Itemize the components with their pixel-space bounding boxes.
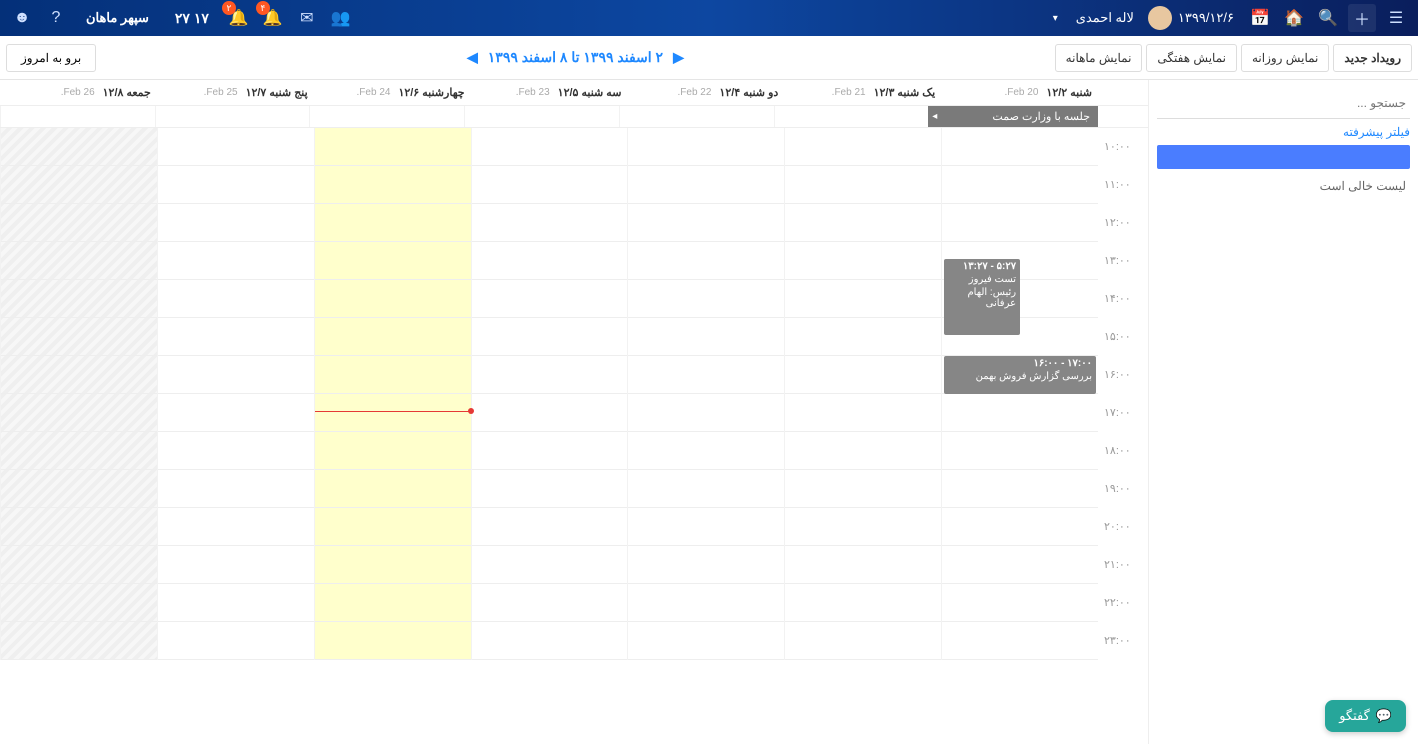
date-nav: ▶ ۲ اسفند ۱۳۹۹ تا ۸ اسفند ۱۳۹۹ ◀: [467, 49, 684, 66]
day-header: سه شنبه ۱۲/۵23 Feb.: [471, 80, 628, 105]
bell2-icon[interactable]: 🔔۲: [225, 4, 253, 32]
chat-icon: 💬: [1376, 708, 1392, 724]
topbar-time: ۱۷ ۲۷: [175, 10, 209, 27]
new-event-button[interactable]: رویداد جدید: [1333, 44, 1412, 72]
brand: سپهر ماهان: [86, 10, 149, 26]
advanced-filter-link[interactable]: فیلتر پیشرفته: [1157, 125, 1410, 139]
smile-icon[interactable]: ☻: [8, 4, 36, 32]
search-input[interactable]: [1157, 88, 1410, 119]
day-header: چهارشنبه ۱۲/۶24 Feb.: [314, 80, 471, 105]
calendar-event[interactable]: ۱۳:۲۷ - ۵:۲۷ تست فیروز رئیس: الهام عرفان…: [944, 259, 1020, 335]
selected-calendar-strip[interactable]: [1157, 145, 1410, 169]
home-icon[interactable]: 🏠: [1280, 4, 1308, 32]
day-headers: شنبه ۱۲/۲20 Feb. یک شنبه ۱۲/۳21 Feb. دو …: [0, 80, 1148, 106]
day-column[interactable]: [784, 128, 941, 660]
time-grid: ۱۰:۰۰ ۱۱:۰۰ ۱۲:۰۰ ۱۳:۰۰ ۱۴:۰۰ ۱۵:۰۰ ۱۶:۰…: [0, 128, 1148, 660]
search-icon[interactable]: 🔍: [1314, 4, 1342, 32]
today-button[interactable]: برو به امروز: [6, 44, 96, 72]
day-column-weekend[interactable]: [0, 128, 157, 660]
now-line: [315, 411, 471, 412]
calendar-event[interactable]: ۱۶:۰۰ - ۱۷:۰۰ بررسی گزارش فروش بهمن: [944, 356, 1096, 394]
day-header: جمعه ۱۲/۸26 Feb.: [0, 80, 157, 105]
avatar[interactable]: [1148, 6, 1172, 30]
day-column[interactable]: [157, 128, 314, 660]
day-column[interactable]: [471, 128, 628, 660]
day-column[interactable]: ۱۳:۲۷ - ۵:۲۷ تست فیروز رئیس: الهام عرفان…: [941, 128, 1098, 660]
topbar-date: ۱۳۹۹/۱۲/۶: [1178, 10, 1234, 26]
calendar: شنبه ۱۲/۲20 Feb. یک شنبه ۱۲/۳21 Feb. دو …: [0, 80, 1148, 744]
day-column-today[interactable]: [314, 128, 471, 660]
people-icon[interactable]: 👥: [327, 4, 355, 32]
day-header: شنبه ۱۲/۲20 Feb.: [941, 80, 1098, 105]
chat-button[interactable]: 💬 گفتگو: [1325, 700, 1406, 732]
empty-list-label: لیست خالی است: [1157, 175, 1410, 197]
view-day-button[interactable]: نمایش روزانه: [1241, 44, 1329, 72]
help-icon[interactable]: ?: [42, 4, 70, 32]
badge: ۲: [222, 1, 236, 15]
time-scale: ۱۰:۰۰ ۱۱:۰۰ ۱۲:۰۰ ۱۳:۰۰ ۱۴:۰۰ ۱۵:۰۰ ۱۶:۰…: [1098, 128, 1148, 660]
next-week-arrow[interactable]: ▶: [673, 49, 684, 66]
day-header: پنج شنبه ۱۲/۷25 Feb.: [157, 80, 314, 105]
prev-week-arrow[interactable]: ◀: [467, 49, 478, 66]
day-column[interactable]: [627, 128, 784, 660]
view-week-button[interactable]: نمایش هفتگی: [1146, 44, 1237, 72]
plus-icon[interactable]: ＋: [1348, 4, 1376, 32]
day-header: یک شنبه ۱۲/۳21 Feb.: [784, 80, 941, 105]
calendar-icon[interactable]: 📅: [1246, 4, 1274, 32]
sidebar: فیلتر پیشرفته لیست خالی است: [1148, 80, 1418, 744]
menu-icon[interactable]: ☰: [1382, 4, 1410, 32]
allday-event[interactable]: جلسه با وزارت صمت: [928, 106, 1098, 127]
badge: ۴: [256, 1, 270, 15]
date-range: ۲ اسفند ۱۳۹۹ تا ۸ اسفند ۱۳۹۹: [488, 49, 663, 66]
user-dropdown-caret[interactable]: ▾: [1053, 13, 1058, 24]
mail-icon[interactable]: ✉: [293, 4, 321, 32]
view-month-button[interactable]: نمایش ماهانه: [1055, 44, 1143, 72]
toolbar: رویداد جدید نمایش روزانه نمایش هفتگی نما…: [0, 36, 1418, 80]
username[interactable]: لاله احمدی: [1068, 10, 1142, 26]
topbar: ☰ ＋ 🔍 🏠 📅 ۱۳۹۹/۱۲/۶ لاله احمدی ▾ 👥 ✉ 🔔۴ …: [0, 0, 1418, 36]
allday-row: جلسه با وزارت صمت: [0, 106, 1148, 128]
bell-icon[interactable]: 🔔۴: [259, 4, 287, 32]
day-header: دو شنبه ۱۲/۴22 Feb.: [627, 80, 784, 105]
